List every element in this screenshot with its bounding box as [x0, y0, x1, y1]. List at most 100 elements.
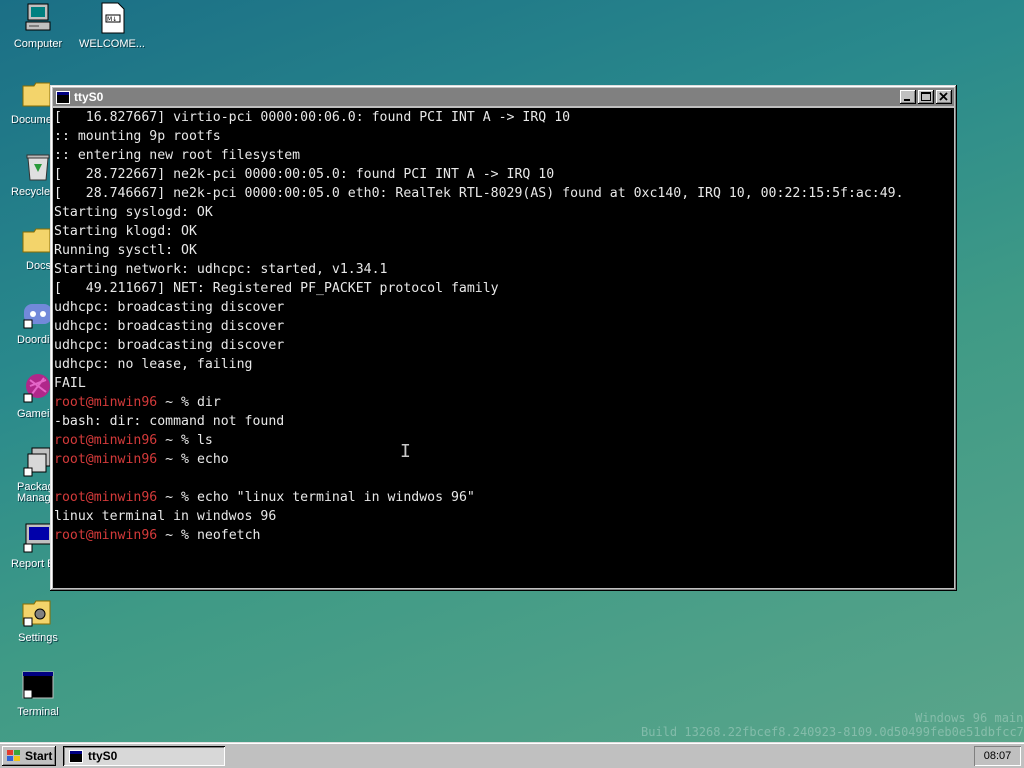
taskbar-item-ttyS0[interactable]: ttyS0 — [63, 746, 225, 766]
icon-label: Doordi — [17, 334, 50, 346]
text-cursor-icon: I — [400, 441, 411, 462]
terminal-line: root@minwin96 ~ % echo "linux terminal i… — [54, 488, 954, 507]
prompt-command: ls — [196, 433, 213, 448]
prompt-command: echo — [196, 452, 229, 467]
prompt-command: dir — [196, 395, 221, 410]
terminal-line: Starting klogd: OK — [54, 224, 197, 239]
prompt-host: @minwin96 — [85, 528, 158, 543]
terminal-line: udhcpc: no lease, failing — [54, 357, 253, 372]
terminal-line: Running sysctl: OK — [54, 243, 197, 258]
discord-icon — [22, 298, 50, 330]
terminal-line: root@minwin96 ~ % dir — [54, 393, 954, 412]
taskbar-item-label: ttyS0 — [88, 749, 118, 763]
start-button[interactable]: Start — [2, 746, 56, 766]
icon-label: WELCOME... — [78, 38, 145, 50]
terminal-window[interactable]: ttyS0 [ 16.827667] virtio-pci 0000:00:06… — [50, 85, 957, 591]
terminal-line: [ 49.211667] NET: Registered PF_PACKET p… — [54, 281, 499, 296]
terminal-icon — [22, 670, 54, 702]
icon-label: Report B — [11, 558, 50, 570]
terminal-line: udhcpc: broadcasting discover — [54, 319, 285, 334]
prompt-host: @minwin96 — [85, 433, 158, 448]
prompt-user: root — [54, 528, 86, 543]
desktop-icon-welcome[interactable]: M↓ WELCOME... — [74, 2, 150, 50]
desktop-icon-settings[interactable]: Settings — [0, 596, 76, 644]
terminal-icon — [56, 90, 70, 104]
prompt-symbol: ~ % — [157, 528, 197, 543]
terminal-line: :: mounting 9p rootfs — [54, 129, 221, 144]
desktop-icon-discord[interactable]: Doordi — [0, 298, 50, 346]
icon-label: Recycle — [11, 186, 50, 198]
desktop-icon-terminal[interactable]: Terminal — [0, 670, 76, 718]
close-icon — [939, 92, 948, 101]
folder-icon — [22, 224, 50, 256]
prompt-symbol: ~ % — [157, 452, 197, 467]
report-bug-icon — [22, 522, 50, 554]
terminal-line: Starting syslogd: OK — [54, 205, 213, 220]
terminal-line: udhcpc: broadcasting discover — [54, 300, 285, 315]
clock: 08:07 — [983, 750, 1012, 762]
prompt-command: neofetch — [196, 528, 261, 543]
desktop: Computer M↓ WELCOME... Docume Recycle Do… — [0, 0, 1024, 742]
markdown-file-icon: M↓ — [96, 2, 128, 34]
icon-label: Packag Manag — [17, 481, 50, 504]
close-button[interactable] — [936, 90, 952, 104]
icon-label: Docs — [26, 260, 50, 272]
build-watermark-line2: Build 13268.22fbcef8.240923-8109.0d50499… — [641, 725, 1024, 739]
start-label: Start — [25, 749, 53, 763]
terminal-line: root@minwin96 ~ % neofetch — [54, 526, 954, 545]
build-watermark-line1: Windows 96 main — [915, 711, 1024, 725]
icon-label: Computer — [13, 38, 63, 50]
icon-label: Docume — [11, 114, 50, 126]
desktop-icon-computer[interactable]: Computer — [0, 2, 76, 50]
desktop-icon-report-bug[interactable]: Report B — [0, 522, 50, 570]
prompt-command: echo "linux terminal in windwos 96" — [196, 490, 475, 505]
desktop-icon-docs[interactable]: Docs — [0, 224, 50, 272]
system-tray-clock[interactable]: 08:07 — [974, 746, 1021, 766]
maximize-icon — [921, 92, 931, 101]
terminal-line: [ 28.746667] ne2k-pci 0000:00:05.0 eth0:… — [54, 186, 904, 201]
terminal-line: FAIL — [54, 376, 86, 391]
computer-icon — [22, 2, 54, 34]
minimize-button[interactable] — [900, 90, 916, 104]
prompt-symbol: ~ % — [157, 490, 197, 505]
taskbar: Start ttyS0 08:07 — [0, 742, 1024, 768]
terminal-icon — [69, 749, 83, 763]
terminal-line: root@minwin96 ~ % echo — [54, 450, 954, 469]
prompt-user: root — [54, 433, 86, 448]
svg-text:M↓: M↓ — [107, 16, 117, 23]
window-title: ttyS0 — [74, 90, 104, 104]
prompt-user: root — [54, 452, 86, 467]
terminal-line: root@minwin96 ~ % ls — [54, 431, 954, 450]
prompt-symbol: ~ % — [157, 395, 197, 410]
game-icon — [22, 372, 50, 404]
desktop-icon-recycle-bin[interactable]: Recycle — [0, 150, 50, 198]
terminal-line: linux terminal in windwos 96 — [54, 509, 277, 524]
settings-icon — [22, 596, 54, 628]
icon-label: Settings — [18, 632, 58, 644]
minimize-icon — [904, 99, 910, 101]
prompt-host: @minwin96 — [85, 490, 158, 505]
terminal-line: [ 16.827667] virtio-pci 0000:00:06.0: fo… — [54, 110, 571, 125]
terminal-line: [ 28.722667] ne2k-pci 0000:00:05.0: foun… — [54, 167, 555, 182]
terminal-line: -bash: dir: command not found — [54, 414, 285, 429]
terminal-line: Starting network: udhcpc: started, v1.34… — [54, 262, 388, 277]
prompt-host: @minwin96 — [85, 452, 158, 467]
terminal-line: :: entering new root filesystem — [54, 148, 301, 163]
prompt-host: @minwin96 — [85, 395, 158, 410]
windows-logo-icon — [6, 749, 22, 763]
terminal-line: udhcpc: broadcasting discover — [54, 338, 285, 353]
desktop-icon-package-manager[interactable]: Packag Manag — [0, 446, 50, 504]
maximize-button[interactable] — [918, 90, 934, 104]
terminal-output[interactable]: [ 16.827667] virtio-pci 0000:00:06.0: fo… — [53, 108, 954, 588]
folder-icon — [22, 78, 50, 110]
prompt-user: root — [54, 395, 86, 410]
desktop-icon-documents[interactable]: Docume — [0, 78, 50, 126]
window-titlebar[interactable]: ttyS0 — [53, 88, 954, 106]
recycle-bin-icon — [22, 150, 50, 182]
icon-label: Terminal — [17, 706, 59, 718]
icon-label: Gamein — [17, 408, 50, 420]
package-manager-icon — [22, 446, 50, 478]
prompt-symbol: ~ % — [157, 433, 197, 448]
desktop-icon-gamein[interactable]: Gamein — [0, 372, 50, 420]
